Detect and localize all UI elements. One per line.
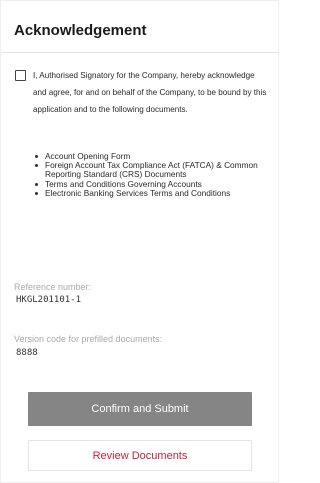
page-title: Acknowledgement: [14, 22, 147, 39]
confirm-and-submit-button[interactable]: Confirm and Submit: [28, 392, 252, 426]
reference-number-value: HKGL201101-1: [16, 295, 82, 305]
acknowledgement-text: I, Authorised Signatory for the Company,…: [33, 71, 267, 115]
document-item: Electronic Banking Services Terms and Co…: [32, 188, 268, 198]
document-item: Foreign Account Tax Compliance Act (FATC…: [32, 160, 268, 179]
title-divider: [1, 52, 278, 53]
document-list: Account Opening Form Foreign Account Tax…: [32, 151, 268, 198]
acknowledgement-page: Acknowledgement I, Authorised Signatory …: [0, 0, 279, 483]
version-code-value: 8888: [16, 348, 38, 358]
reference-number-label: Reference number:: [14, 282, 92, 292]
review-documents-button[interactable]: Review Documents: [28, 440, 252, 471]
version-code-label: Version code for prefilled documents:: [14, 334, 163, 344]
acknowledgement-checkbox[interactable]: [15, 70, 26, 81]
